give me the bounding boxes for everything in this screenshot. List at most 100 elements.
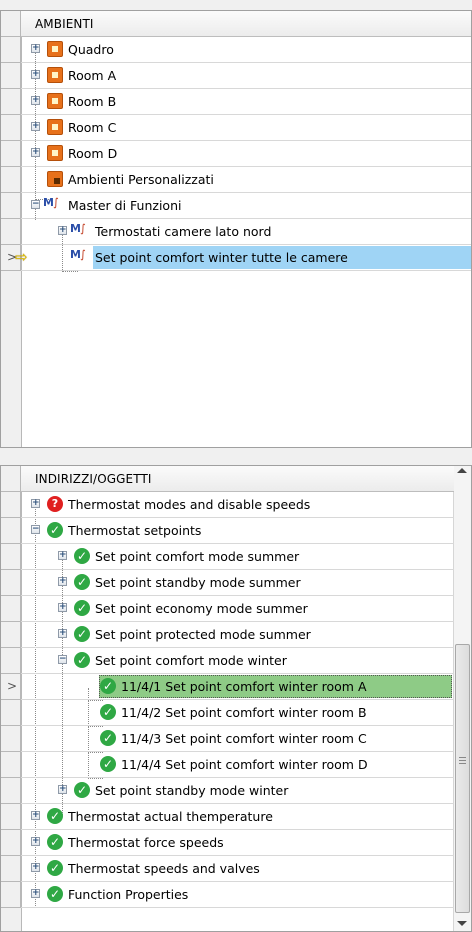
expand-icon[interactable]: + xyxy=(31,70,40,79)
tree-item-label: Thermostat setpoints xyxy=(68,523,202,538)
tree-row[interactable]: + Quadro xyxy=(1,37,471,63)
row-selector[interactable] xyxy=(1,115,21,141)
tree-row[interactable]: − M∫ Master di Funzioni xyxy=(1,193,471,219)
row-selector[interactable] xyxy=(1,804,21,830)
row-selector[interactable] xyxy=(1,570,21,596)
tree-item-label: 11/4/2 Set point comfort winter room B xyxy=(121,705,367,720)
header-corner-cell xyxy=(1,11,21,37)
collapse-icon[interactable]: − xyxy=(31,525,40,534)
room-box-icon xyxy=(47,67,63,83)
vertical-scrollbar[interactable] xyxy=(453,466,471,931)
tree-item-label: Quadro xyxy=(68,42,114,57)
row-selector[interactable] xyxy=(1,518,21,544)
expand-icon[interactable]: + xyxy=(31,889,40,898)
ambienti-header-label: AMBIENTI xyxy=(35,17,94,31)
expand-icon[interactable]: + xyxy=(31,499,40,508)
row-selector[interactable] xyxy=(1,882,21,908)
tree-row[interactable]: + Room A xyxy=(1,63,471,89)
tree-row[interactable]: Ambienti Personalizzati xyxy=(1,167,471,193)
room-box-icon xyxy=(47,119,63,135)
expand-icon[interactable]: + xyxy=(31,811,40,820)
tree-row[interactable]: + Room B xyxy=(1,89,471,115)
yellow-arrow-icon: ⇨ xyxy=(15,248,28,266)
row-selector[interactable] xyxy=(1,89,21,115)
row-selector[interactable] xyxy=(1,700,21,726)
tree-row[interactable]: − ✓ Set point comfort mode winter xyxy=(1,648,454,674)
scroll-down-arrow-icon[interactable] xyxy=(457,921,467,926)
row-selector[interactable] xyxy=(1,596,21,622)
collapse-icon[interactable]: − xyxy=(31,200,40,209)
check-circle-icon: ✓ xyxy=(74,782,90,798)
tree-row-selected[interactable]: > ⇨ M∫ Set point comfort winter tutte le… xyxy=(1,245,471,271)
check-circle-icon: ✓ xyxy=(47,834,63,850)
scroll-up-arrow-icon[interactable] xyxy=(457,468,467,473)
row-selector[interactable]: > xyxy=(1,674,21,700)
check-circle-icon: ✓ xyxy=(47,808,63,824)
scrollbar-thumb[interactable] xyxy=(455,644,470,913)
row-selector[interactable] xyxy=(1,830,21,856)
collapse-icon[interactable]: − xyxy=(58,655,67,664)
expand-icon[interactable]: + xyxy=(31,148,40,157)
expand-icon[interactable]: + xyxy=(31,96,40,105)
tree-item-label: Set point standby mode winter xyxy=(95,783,289,798)
tree-row[interactable]: + ✓ Set point economy mode summer xyxy=(1,596,454,622)
tree-item-label: Room C xyxy=(68,120,117,135)
tree-item-label: Room B xyxy=(68,94,117,109)
indirizzi-tree-panel: INDIRIZZI/OGGETTI + ? Thermostat modes a… xyxy=(0,465,472,932)
expand-icon[interactable]: + xyxy=(58,629,67,638)
tree-line xyxy=(62,271,78,272)
tree-row[interactable]: ✓ 11/4/3 Set point comfort winter room C xyxy=(1,726,454,752)
expand-icon[interactable]: + xyxy=(58,226,67,235)
tree-item-label: 11/4/1 Set point comfort winter room A xyxy=(121,679,367,694)
row-selector[interactable] xyxy=(1,726,21,752)
tree-row[interactable]: ✓ 11/4/2 Set point comfort winter room B xyxy=(1,700,454,726)
tree-row[interactable]: + ? Thermostat modes and disable speeds xyxy=(1,492,454,518)
tree-row[interactable]: + ✓ Set point standby mode winter xyxy=(1,778,454,804)
tree-row[interactable]: + ✓ Set point comfort mode summer xyxy=(1,544,454,570)
tree-item-label: Set point comfort mode summer xyxy=(95,549,300,564)
tree-row[interactable]: − ✓ Thermostat setpoints xyxy=(1,518,454,544)
tree-row-selected[interactable]: > ✓ 11/4/1 Set point comfort winter room… xyxy=(1,674,454,700)
row-selector[interactable] xyxy=(1,167,21,193)
row-selector[interactable] xyxy=(1,622,21,648)
tree-row[interactable]: ✓ 11/4/4 Set point comfort winter room D xyxy=(1,752,454,778)
tree-item-label: Set point comfort mode winter xyxy=(95,653,287,668)
tree-row[interactable]: + M∫ Termostati camere lato nord xyxy=(1,219,471,245)
tree-row[interactable]: + ✓ Set point standby mode summer xyxy=(1,570,454,596)
row-selector[interactable] xyxy=(1,778,21,804)
row-selector[interactable] xyxy=(1,63,21,89)
expand-icon[interactable]: + xyxy=(31,44,40,53)
expand-icon[interactable]: + xyxy=(58,551,67,560)
tree-item-label: 11/4/4 Set point comfort winter room D xyxy=(121,757,368,772)
expand-icon[interactable]: + xyxy=(31,863,40,872)
tree-item-label: 11/4/3 Set point comfort winter room C xyxy=(121,731,367,746)
tree-row[interactable]: + ✓ Thermostat speeds and valves xyxy=(1,856,454,882)
row-selector[interactable] xyxy=(1,37,21,63)
header-corner-cell xyxy=(1,466,21,492)
row-selector[interactable] xyxy=(1,856,21,882)
tree-item-label: Room D xyxy=(68,146,118,161)
row-selector[interactable] xyxy=(1,141,21,167)
expand-icon[interactable]: + xyxy=(58,603,67,612)
row-selector[interactable] xyxy=(1,544,21,570)
row-selector[interactable] xyxy=(1,193,21,219)
row-selector[interactable] xyxy=(1,219,21,245)
expand-icon[interactable]: + xyxy=(58,785,67,794)
tree-row[interactable]: + Room C xyxy=(1,115,471,141)
expand-icon[interactable]: + xyxy=(31,837,40,846)
tree-row[interactable]: + ✓ Set point protected mode summer xyxy=(1,622,454,648)
scroll-grip xyxy=(459,757,466,758)
tree-item-label: Thermostat modes and disable speeds xyxy=(68,497,311,512)
function-master-icon: M∫ xyxy=(70,248,86,261)
row-selector[interactable] xyxy=(1,752,21,778)
expand-icon[interactable]: + xyxy=(31,122,40,131)
row-selector[interactable] xyxy=(1,492,21,518)
tree-row[interactable]: + ✓ Function Properties xyxy=(1,882,454,908)
tree-row[interactable]: + ✓ Thermostat actual themperature xyxy=(1,804,454,830)
tree-row[interactable]: + Room D xyxy=(1,141,471,167)
row-selector[interactable] xyxy=(1,648,21,674)
tree-row[interactable]: + ✓ Thermostat force speeds xyxy=(1,830,454,856)
expand-icon[interactable]: + xyxy=(58,577,67,586)
check-circle-icon: ✓ xyxy=(100,704,116,720)
tree-item-label: Ambienti Personalizzati xyxy=(68,172,214,187)
